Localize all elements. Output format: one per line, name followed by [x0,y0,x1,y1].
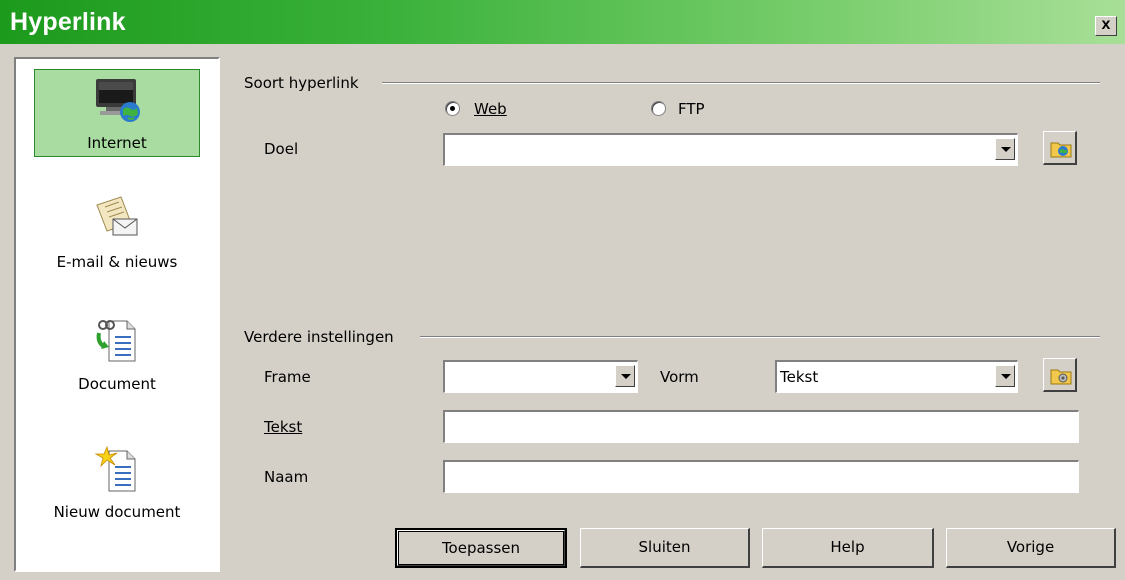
sidebar-item-internet[interactable]: Internet [34,69,200,157]
help-button[interactable]: Help [762,528,934,568]
name-input[interactable] [443,460,1079,493]
sidebar-item-label: Nieuw document [53,503,181,521]
close-button-label: Sluiten [638,538,691,556]
sidebar-item-email-news[interactable]: E-mail & nieuws [34,189,200,277]
folder-globe-icon [1050,142,1072,158]
close-button[interactable]: x [1095,16,1117,36]
frame-label: Frame [264,368,311,386]
name-label: Naam [264,468,309,486]
window-title: Hyperlink [10,8,126,36]
previous-button-label: Vorige [1006,538,1055,556]
sidebar-item-document[interactable]: Document [34,311,200,399]
group-divider [420,336,1100,338]
sidebar-item-label: Document [78,375,156,393]
folder-gear-icon [1050,369,1072,385]
mail-icon [96,196,138,236]
radio-ftp-label[interactable]: FTP [678,100,705,118]
radio-web[interactable] [445,101,460,116]
apply-button[interactable]: Toepassen [395,528,567,568]
events-button[interactable] [1043,358,1077,392]
help-button-label: Help [830,538,865,556]
close-icon: x [1101,16,1111,33]
previous-button[interactable]: Vorige [946,528,1116,568]
form-label: Vorm [660,368,699,386]
further-settings-group-title: Verdere instellingen [244,328,402,346]
frame-combobox[interactable] [443,360,638,393]
browse-web-button[interactable] [1043,131,1077,165]
internet-icon [96,79,140,122]
target-combobox[interactable] [443,133,1018,166]
chevron-down-icon[interactable] [615,365,635,387]
apply-button-label: Toepassen [397,530,565,566]
hyperlink-type-group-title: Soort hyperlink [244,74,367,92]
radio-web-label[interactable]: Web [474,100,507,118]
category-panel: Internet E-mail & nieuws Document Nieuw … [14,57,220,572]
group-divider [382,82,1100,84]
document-icon [96,320,136,362]
sidebar-item-label: Internet [87,134,147,152]
text-label: Tekst [264,418,303,436]
sidebar-item-label: E-mail & nieuws [56,253,178,271]
chevron-down-icon[interactable] [995,365,1015,387]
radio-ftp[interactable] [651,101,666,116]
new-document-icon [94,445,136,492]
sidebar-item-new-document[interactable]: Nieuw document [34,439,200,527]
form-combobox[interactable]: Tekst [775,360,1018,393]
chevron-down-icon[interactable] [995,138,1015,160]
target-label: Doel [264,140,299,158]
title-bar: Hyperlink x [0,0,1125,47]
text-input[interactable] [443,410,1079,443]
close-dialog-button[interactable]: Sluiten [580,528,750,568]
form-value: Tekst [780,368,819,386]
